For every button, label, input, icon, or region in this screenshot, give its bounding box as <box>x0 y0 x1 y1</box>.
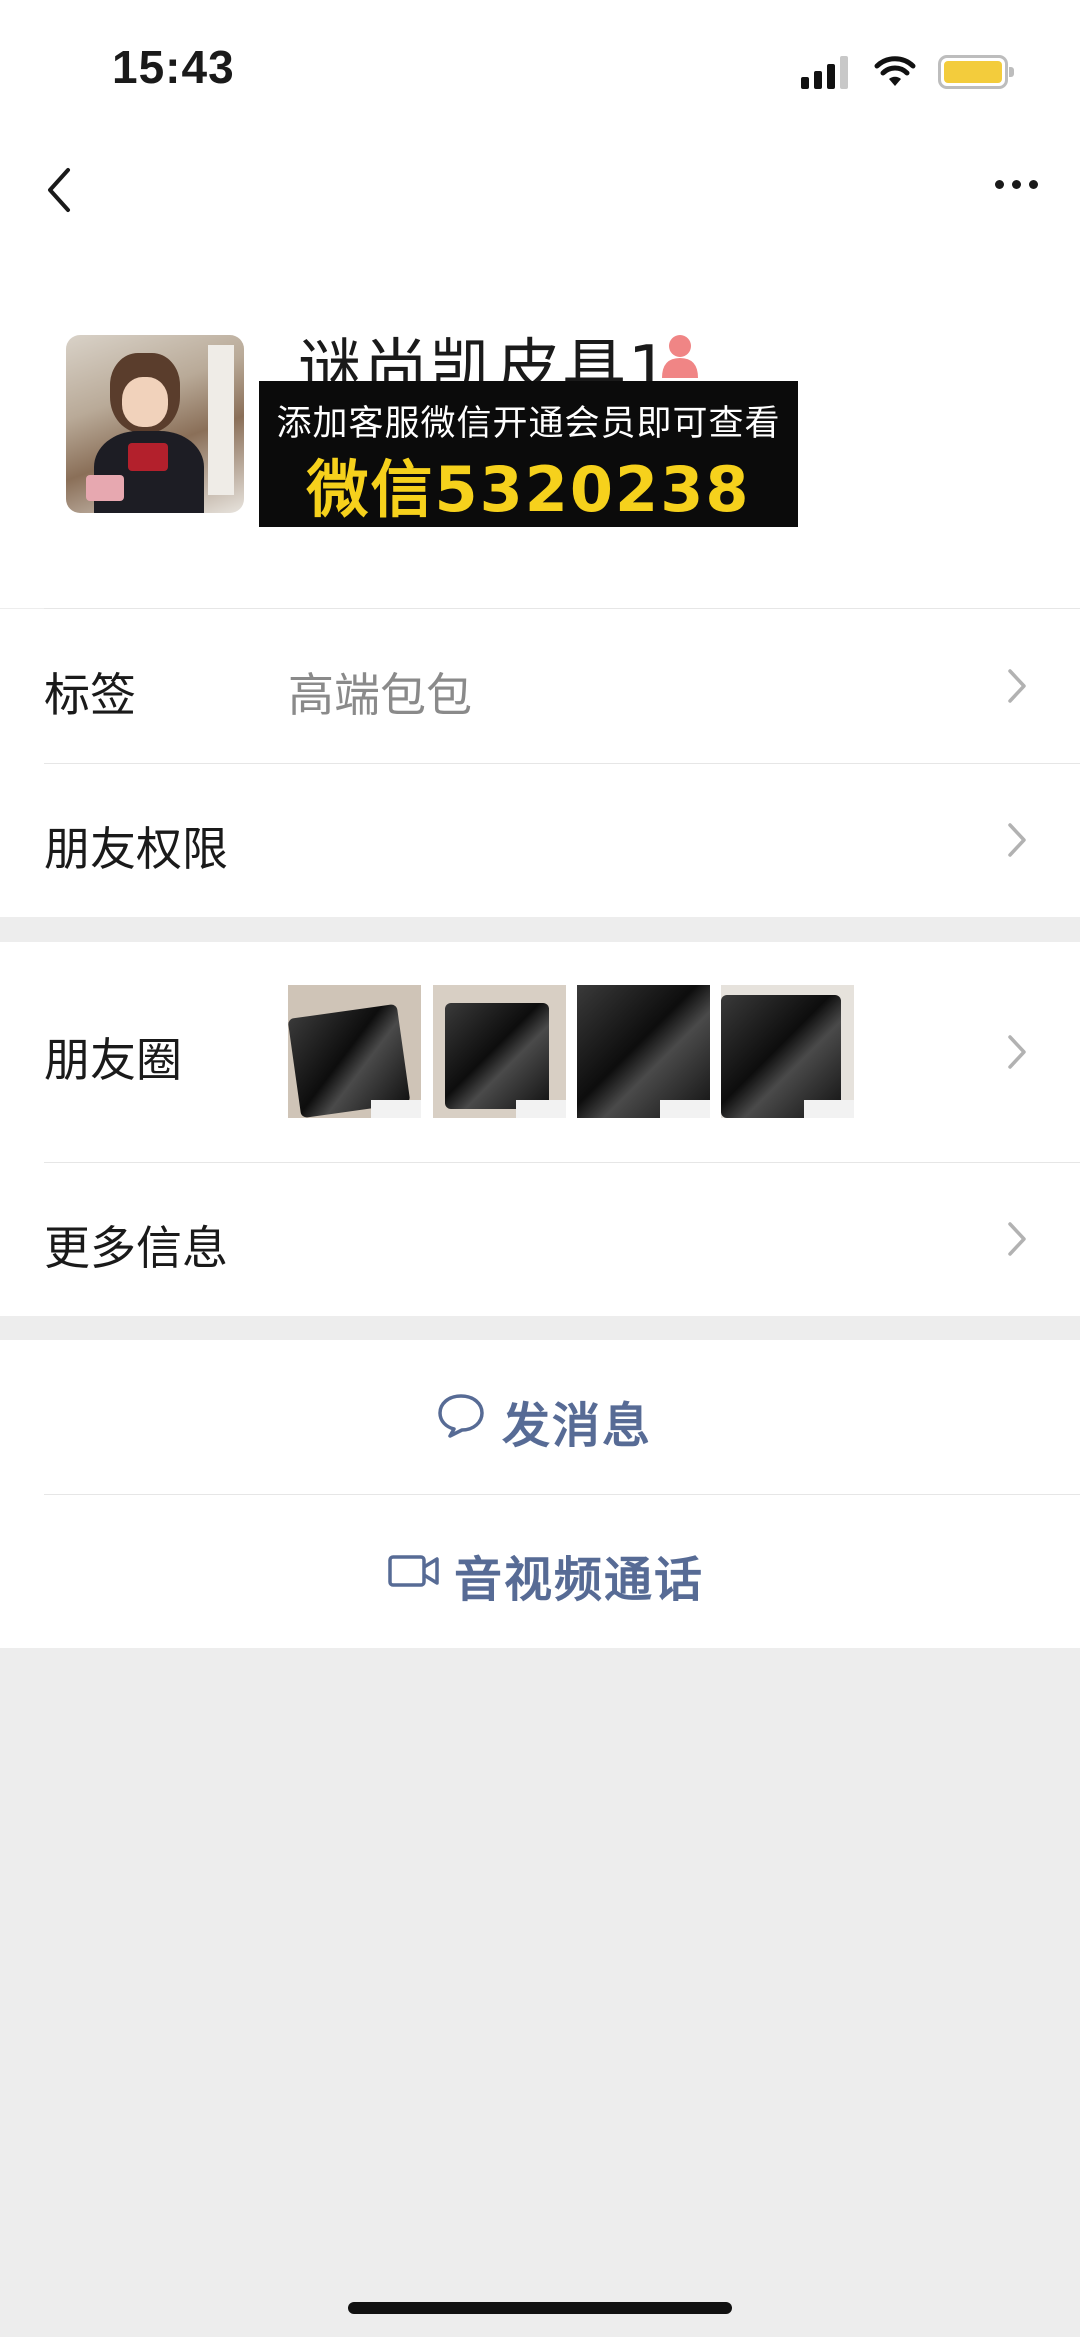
moments-label: 朋友圈 <box>44 1033 182 1087</box>
battery-icon <box>938 55 1014 89</box>
chevron-right-icon <box>1008 823 1026 857</box>
permissions-label: 朋友权限 <box>44 822 228 876</box>
tags-row[interactable]: 标签 高端包包 <box>0 609 1080 763</box>
chat-bubble-icon <box>438 1394 484 1438</box>
wifi-icon <box>874 56 916 86</box>
chevron-left-icon[interactable] <box>40 160 80 220</box>
moments-photo-1 <box>288 985 421 1118</box>
video-camera-icon <box>388 1555 439 1587</box>
av-call-button[interactable]: 音视频通话 <box>0 1494 1080 1648</box>
status-time: 15:43 <box>112 41 235 93</box>
chevron-right-icon <box>1008 1035 1026 1069</box>
moments-photo-2 <box>433 985 566 1118</box>
moments-photo-4 <box>721 985 854 1118</box>
status-icons <box>801 50 1014 94</box>
more-info-row[interactable]: 更多信息 <box>0 1162 1080 1316</box>
promo-banner: 添加客服微信开通会员即可查看 微信5320238 <box>259 381 798 527</box>
signal-icon <box>801 55 848 89</box>
permissions-row[interactable]: 朋友权限 <box>0 763 1080 917</box>
more-dots-icon[interactable] <box>995 180 1038 189</box>
divider <box>44 763 1080 764</box>
send-message-button[interactable]: 发消息 <box>0 1340 1080 1494</box>
promo-line-2: 微信5320238 <box>306 453 751 526</box>
tags-value: 高端包包 <box>288 668 472 722</box>
moments-photo-3 <box>577 985 710 1118</box>
home-indicator[interactable] <box>348 2302 732 2314</box>
person-icon <box>662 335 698 378</box>
chevron-right-icon <box>1008 669 1026 703</box>
contact-profile-screen: 15:43 谜尚凯皮具1 添加客服微信开通会员即可查看 微信5320238 标签… <box>0 0 1080 2337</box>
avatar[interactable] <box>66 335 244 513</box>
tags-label: 标签 <box>44 668 136 722</box>
send-message-label: 发消息 <box>502 1398 653 1454</box>
divider <box>44 1162 1080 1163</box>
more-info-label: 更多信息 <box>44 1221 228 1275</box>
divider <box>44 1494 1080 1495</box>
av-call-label: 音视频通话 <box>454 1552 705 1608</box>
chevron-right-icon <box>1008 1222 1026 1256</box>
